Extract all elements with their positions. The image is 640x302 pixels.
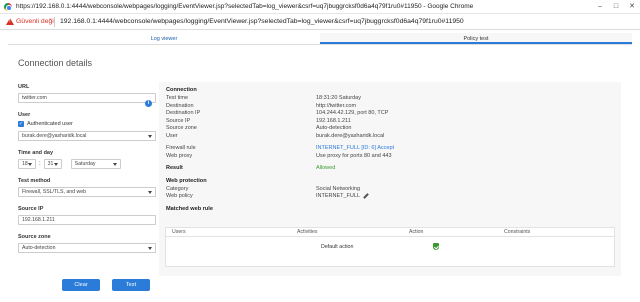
firewall-rule-row: Firewall rule INTERNET_FULL [ID: 6] Accep…	[166, 145, 614, 153]
warning-icon	[6, 18, 14, 25]
authenticated-user-checkbox[interactable]: ✓ Authenticated user	[18, 121, 156, 127]
method-label: Test method	[18, 178, 51, 184]
form-heading: Connection details	[18, 58, 93, 68]
address-bar[interactable]: Güvenli değil 192.168.0.1:4444/webconsol…	[0, 14, 640, 30]
table-row[interactable]: Default action	[166, 237, 614, 257]
matched-rule-heading: Matched web rule	[166, 205, 213, 212]
kv-value: 18:31:20 Saturday	[316, 95, 361, 101]
kv-value: Auto-detection	[316, 125, 352, 131]
authenticated-user-label: Authenticated user	[27, 121, 73, 127]
chrome-icon	[4, 3, 12, 11]
col-users: Users	[172, 229, 186, 235]
close-icon[interactable]: ✕	[624, 0, 640, 13]
hour-select[interactable]: 18	[18, 159, 36, 169]
kv-row: Source zone Auto-detection	[166, 125, 614, 133]
time-row: 18 : 31 Saturday	[18, 159, 156, 169]
time-separator: :	[39, 161, 41, 167]
result-row: Result Allowed	[166, 165, 614, 173]
col-activities: Activities	[297, 229, 318, 235]
table-header: Users Activities Action Constraints	[166, 228, 614, 237]
source-ip-input[interactable]: 192.168.1.211	[18, 215, 156, 225]
cell-activities: Default action	[321, 244, 354, 250]
tab-bar: Log viewer Policy test	[8, 33, 632, 45]
window-title: https://192.168.0.1:4444/webconsole/webp…	[16, 3, 474, 10]
source-ip-label: Source IP	[18, 206, 44, 212]
test-method-select[interactable]: Firewall, SSL/TLS, and web	[18, 187, 156, 197]
time-label: Time and day	[18, 150, 54, 156]
divider	[54, 17, 55, 27]
clear-button[interactable]: Clear	[62, 279, 100, 291]
kv-key: User	[166, 132, 178, 139]
kv-value: http://twitter.com	[316, 102, 357, 109]
source-zone-label: Source zone	[18, 234, 51, 240]
category-label: Category	[166, 185, 189, 192]
kv-row: Destination IP 104.244.42.129, port 80, T…	[166, 110, 614, 118]
kv-row: Destination http://twitter.com	[166, 103, 614, 111]
col-action: Action	[409, 229, 424, 235]
checkmark-icon[interactable]: ✓	[18, 121, 24, 127]
connection-heading: Connection	[166, 87, 197, 93]
url-label: URL	[18, 84, 30, 90]
result-panel: Connection Test time 18:31:20 Saturday De…	[159, 82, 621, 276]
maximize-icon[interactable]: □	[608, 0, 624, 13]
url-input[interactable]: twitter.com	[18, 93, 156, 103]
web-protection-heading: Web protection	[166, 177, 207, 184]
firewall-rule-link[interactable]: INTERNET_FULL [ID: 6] Accept	[316, 145, 394, 153]
web-proxy-value: Use proxy for ports 80 and 443	[316, 152, 392, 159]
kv-value: 104.244.42.129, port 80, TCP	[316, 110, 389, 116]
kv-value: 192.168.1.211	[316, 117, 351, 124]
test-button[interactable]: Test	[112, 279, 150, 291]
web-policy-text: INTERNET_FULL	[316, 193, 361, 199]
window-title-bar: https://192.168.0.1:4444/webconsole/webp…	[0, 0, 640, 14]
user-label: User	[18, 112, 31, 118]
web-proxy-row: Web proxy Use proxy for ports 80 and 443	[166, 153, 614, 161]
kv-key: Test time	[166, 95, 189, 101]
result-content: Connection Test time 18:31:20 Saturday De…	[166, 87, 614, 214]
kv-key: Source IP	[166, 117, 191, 124]
web-policy-row: Web policy INTERNET_FULL	[166, 192, 614, 201]
col-constraints: Constraints	[504, 229, 531, 235]
user-select[interactable]: burak.dere@yasharidk.local	[18, 131, 156, 141]
cell-users	[166, 237, 291, 257]
result-value: Allowed	[316, 165, 336, 171]
source-zone-select[interactable]: Auto-detection	[18, 243, 156, 253]
minute-select[interactable]: 31	[43, 159, 62, 169]
kv-key: Destination IP	[166, 110, 201, 116]
firewall-rule-label: Firewall rule	[166, 145, 196, 151]
minimize-icon[interactable]: –	[592, 0, 608, 13]
window-controls: – □ ✕	[592, 0, 640, 13]
tab-policy-test[interactable]: Policy test	[320, 33, 632, 44]
security-status[interactable]: Güvenli değil	[16, 14, 55, 29]
tab-log-viewer[interactable]: Log viewer	[8, 33, 320, 44]
kv-key: Destination	[166, 102, 194, 109]
form-buttons: Clear Test	[62, 279, 150, 291]
cell-constraints	[498, 237, 608, 257]
info-icon[interactable]: i	[145, 100, 152, 107]
web-proxy-label: Web proxy	[166, 152, 193, 159]
web-policy-value: INTERNET_FULL	[316, 192, 369, 201]
category-row: Category Social Networking	[166, 186, 614, 194]
result-label: Result	[166, 165, 183, 171]
cell-action	[403, 237, 498, 257]
url-text[interactable]: 192.168.0.1:4444/webconsole/webpages/log…	[60, 14, 464, 29]
day-select[interactable]: Saturday	[70, 159, 121, 169]
matched-rule-table: Users Activities Action Constraints Defa…	[165, 227, 615, 267]
category-value: Social Networking	[316, 185, 361, 192]
shield-check-icon	[433, 243, 439, 251]
kv-row: Test time 18:31:20 Saturday	[166, 95, 614, 103]
connection-form: Connection details URL twitter.com User …	[18, 58, 156, 253]
kv-row: Source IP 192.168.1.211	[166, 118, 614, 126]
web-policy-label: Web policy	[166, 193, 193, 199]
kv-row: User burak.dere@yasharidk.local	[166, 133, 614, 141]
edit-pencil-icon[interactable]	[363, 192, 369, 199]
kv-key: Source zone	[166, 125, 197, 131]
kv-value: burak.dere@yasharidk.local	[316, 132, 385, 139]
